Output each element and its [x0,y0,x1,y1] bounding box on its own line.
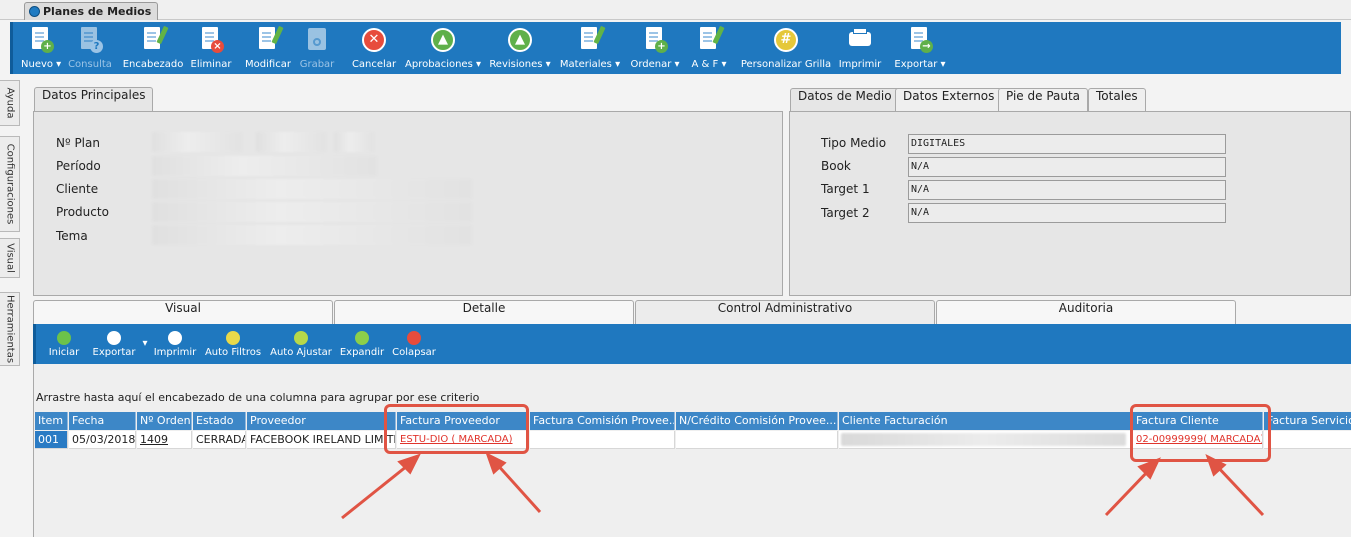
arrow-head [1137,457,1161,480]
app-window: Planes de Medios + Nuevo ▾? Consulta Encabe… [0,0,1351,537]
arrow-line [493,460,542,514]
annotation-arrows [341,451,1265,520]
arrow-line [1213,462,1265,517]
arrow-line [341,460,413,520]
